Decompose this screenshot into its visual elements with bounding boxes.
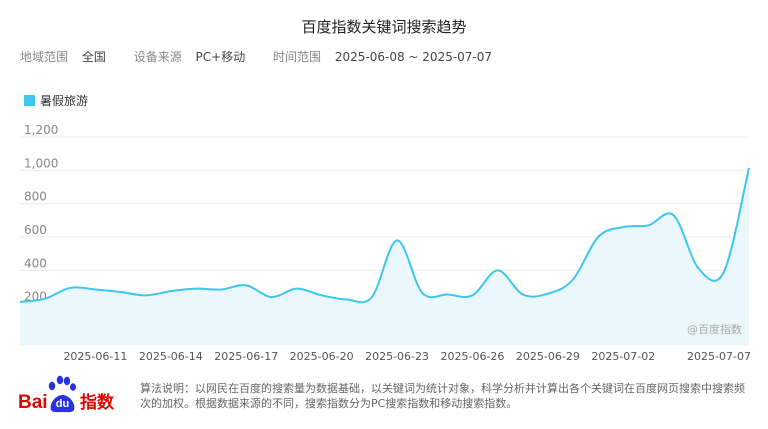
legend-label: 暑假旅游 [40,94,89,108]
chart-legend[interactable]: 暑假旅游 [24,92,88,109]
paw-toe [70,383,76,391]
data-point[interactable] [17,299,23,305]
data-point[interactable] [294,286,300,292]
data-point[interactable] [218,287,224,293]
data-point[interactable] [143,292,149,298]
data-point[interactable] [344,297,350,303]
filter-region-value[interactable]: 全国 [82,48,106,65]
data-point[interactable] [268,294,274,300]
y-tick-label: 800 [24,190,47,204]
x-tick-label: 2025-06-23 [365,350,429,363]
x-axis-ticks: 2025-06-11 2025-06-14 2025-06-17 2025-06-20… [63,350,751,363]
data-point[interactable] [394,237,400,243]
data-point[interactable] [193,286,199,292]
data-point[interactable] [243,282,249,288]
data-point[interactable] [645,222,651,228]
logo-text-du: du [56,398,69,410]
filter-device-label: 设备来源 [133,50,182,64]
data-point[interactable] [570,277,576,283]
y-tick-label: 1,200 [24,123,58,137]
data-point[interactable] [168,288,174,294]
data-point[interactable] [469,292,475,298]
paw-toe [48,381,56,391]
baidu-zhishu-logo: Bai du 指数 [18,375,115,413]
paw-toe [56,375,64,385]
data-point[interactable] [495,267,501,273]
x-tick-label: 2025-07-02 [591,350,655,363]
data-point[interactable] [721,269,727,275]
filter-time-label: 时间范围 [273,50,322,64]
data-point[interactable] [419,290,425,296]
data-point[interactable] [545,291,551,297]
y-tick-label: 1,000 [24,156,58,170]
data-point[interactable] [671,212,677,218]
x-tick-label: 2025-06-29 [516,350,580,363]
y-tick-label: 600 [24,223,47,237]
footer: Bai du 指数 算法说明：以网民在百度的搜索量为数据基础，以关键词为统计对象… [0,372,768,429]
logo-text-bai: Bai [18,392,48,413]
x-tick-label: 2025-06-17 [214,350,278,363]
data-point[interactable] [444,292,450,298]
page-title: 百度指数关键词搜索趋势 [301,18,467,36]
data-point[interactable] [369,294,375,300]
x-tick-label: 2025-06-14 [139,350,203,363]
data-point[interactable] [520,292,526,298]
watermark: @百度指数 [687,323,742,336]
data-point[interactable] [319,292,325,298]
x-tick-label: 2025-06-11 [63,350,127,363]
filter-time-value[interactable]: 2025-06-08 ~ 2025-07-07 [335,50,492,64]
data-point[interactable] [595,234,601,240]
trend-chart[interactable]: 2004006008001,0001,200 2025-06-11 2025-06… [0,120,768,366]
data-point[interactable] [92,287,98,293]
algorithm-note: 算法说明：以网民在百度的搜索量为数据基础，以关键词为统计对象，科学分析并计算出各… [140,382,745,410]
data-point[interactable] [620,224,626,230]
paw-toe [63,376,71,386]
data-point[interactable] [42,296,48,302]
filter-device-value[interactable]: PC+移动 [196,48,246,65]
data-point[interactable] [118,289,124,295]
data-point[interactable] [746,165,752,171]
y-axis-ticks: 2004006008001,0001,200 [24,123,58,304]
filter-region-label: 地域范围 [20,50,69,64]
logo-text-zhishu: 指数 [80,392,115,413]
filter-bar: 地域范围 全国 设备来源 PC+移动 时间范围 2025-06-08 ~ 202… [20,48,516,65]
data-point[interactable] [696,266,702,272]
x-tick-label: 2025-06-20 [290,350,354,363]
series-area [20,167,749,345]
x-tick-label: 2025-07-07 [687,350,751,363]
y-tick-label: 400 [24,256,47,270]
x-tick-label: 2025-06-26 [441,350,505,363]
legend-swatch [24,95,35,106]
data-point[interactable] [67,285,73,291]
